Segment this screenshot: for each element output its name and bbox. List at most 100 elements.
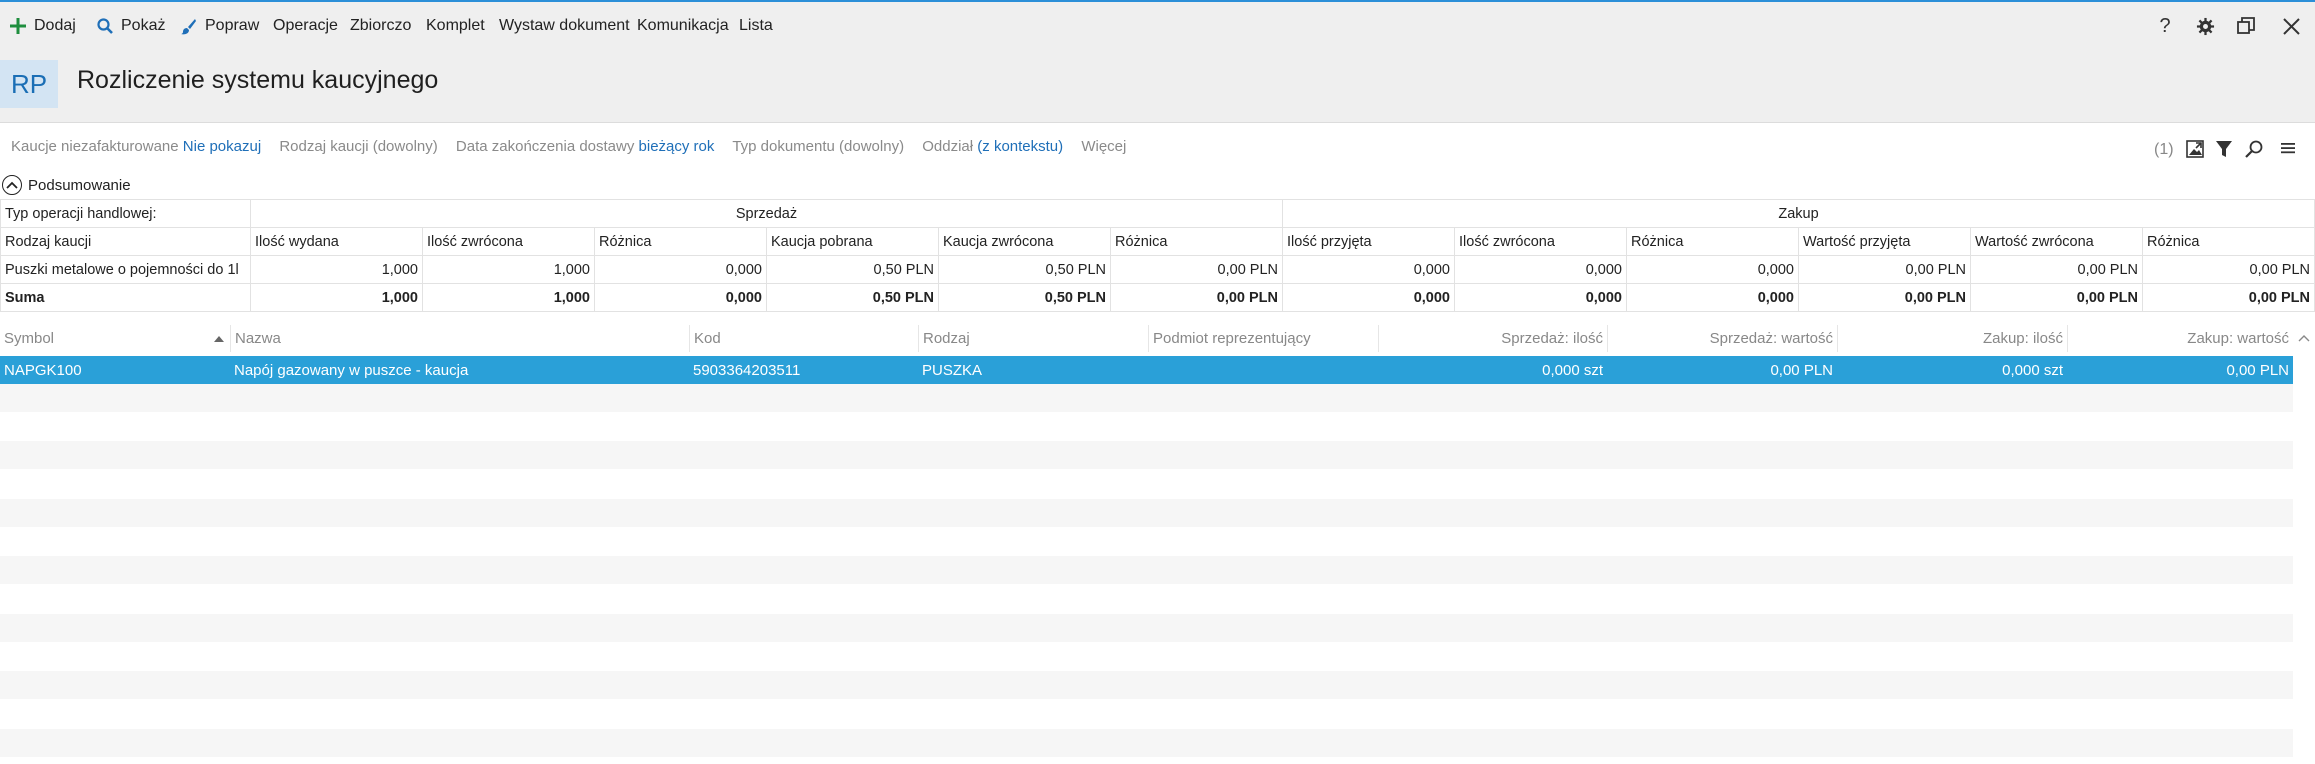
filter-delivery-end-value[interactable]: bieżący rok — [639, 138, 715, 155]
summary-cell: 1,000 — [250, 255, 423, 284]
col-header-label: Zakup: ilość — [1982, 330, 2063, 347]
purchase-group-header: Zakup — [1282, 199, 2315, 228]
summary-total-cell: 0,00 PLN — [1798, 283, 1971, 312]
filter-branch-value[interactable]: (z kontekstu) — [977, 138, 1063, 155]
col-header-label: Sprzedaż: ilość — [1501, 330, 1603, 347]
col-header-purchase-value[interactable]: Zakup: wartość — [2067, 325, 2293, 352]
gear-icon — [2196, 17, 2214, 35]
operations-menu-label: Operacje — [273, 17, 338, 34]
help-button[interactable]: ? — [2149, 2, 2181, 50]
add-button[interactable]: Dodaj — [10, 2, 76, 50]
col-header-symbol[interactable]: Symbol — [0, 325, 230, 352]
help-icon: ? — [2159, 14, 2171, 37]
search-button[interactable] — [2245, 140, 2263, 162]
chevron-up-icon — [2, 175, 22, 195]
summary-col-header: Rodzaj kaucji — [0, 227, 251, 256]
page-header: RP Rozliczenie systemu kaucyjnego — [0, 50, 2315, 123]
col-header-sales-value[interactable]: Sprzedaż: wartość — [1607, 325, 1837, 352]
operation-type-label: Typ operacji handlowej: — [0, 199, 251, 228]
filter-delivery-end[interactable]: Data zakończenia dostawy bieżący rok — [456, 138, 714, 155]
summary-col-header: Różnica — [2142, 227, 2315, 256]
col-header-code[interactable]: Kod — [689, 325, 918, 352]
summary-col-header: Ilość zwrócona — [1454, 227, 1627, 256]
filter-branch[interactable]: Oddział (z kontekstu) — [922, 138, 1063, 155]
col-header-label: Rodzaj — [923, 330, 970, 347]
set-menu[interactable]: Komplet — [426, 2, 485, 50]
summary-col-header: Kaucja pobrana — [766, 227, 939, 256]
summary-table: Typ operacji handlowej: Sprzedaż Zakup R… — [0, 199, 2315, 312]
communication-menu[interactable]: Komunikacja — [637, 2, 729, 50]
col-header-representative[interactable]: Podmiot reprezentujący — [1148, 325, 1378, 352]
sales-group-header: Sprzedaż — [250, 199, 1283, 228]
summary-col-header: Ilość wydana — [250, 227, 423, 256]
bulk-menu[interactable]: Zbiorczo — [350, 2, 411, 50]
summary-col-header: Różnica — [1110, 227, 1283, 256]
close-icon — [2282, 17, 2300, 35]
col-header-purchase-qty[interactable]: Zakup: ilość — [1837, 325, 2067, 352]
col-header-name[interactable]: Nazwa — [230, 325, 689, 352]
hamburger-icon — [2281, 143, 2295, 154]
show-button[interactable]: Pokaż — [97, 2, 165, 50]
edit-button-label: Popraw — [205, 17, 260, 34]
list-menu[interactable]: Lista — [739, 2, 773, 50]
summary-cell: 0,00 PLN — [1970, 255, 2143, 284]
col-header-label: Nazwa — [235, 330, 281, 347]
cell-representative — [1148, 356, 1378, 384]
settings-button[interactable] — [2189, 2, 2221, 50]
empty-row — [0, 499, 2293, 527]
empty-row — [0, 671, 2293, 699]
empty-row — [0, 556, 2293, 584]
summary-total-cell: 0,000 — [594, 283, 767, 312]
filter-deposit-type[interactable]: Rodzaj kaucji (dowolny) — [279, 138, 437, 155]
filter-document-type[interactable]: Typ dokumentu (dowolny) — [732, 138, 904, 155]
cell-purchase-qty: 0,000 szt — [2002, 361, 2063, 379]
brush-icon — [181, 18, 196, 34]
menu-button[interactable] — [2280, 140, 2296, 162]
summary-col-header: Różnica — [1626, 227, 1799, 256]
summary-total-cell: 0,00 PLN — [1970, 283, 2143, 312]
cell-kind: PUSZKA — [922, 361, 983, 379]
toolbar: Dodaj Pokaż Popraw Operacje Zbiorczo Kom… — [0, 0, 2315, 50]
cell-code: 5903364203511 — [693, 361, 801, 379]
sort-ascending-icon — [214, 335, 224, 342]
cell-purchase-value: 0,00 PLN — [2226, 361, 2289, 379]
cell-symbol: NAPGK100 — [4, 361, 82, 379]
summary-cell: 0,50 PLN — [766, 255, 939, 284]
restore-window-button[interactable] — [2230, 2, 2262, 50]
show-button-label: Pokaż — [121, 17, 166, 34]
filter-count: (1) — [2154, 141, 2174, 158]
col-header-sales-qty[interactable]: Sprzedaż: ilość — [1378, 325, 1607, 352]
filter-uninvoiced-value[interactable]: Nie pokazuj — [183, 138, 261, 155]
summary-total-row: Suma 1,000 1,000 0,000 0,50 PLN 0,50 PLN… — [0, 283, 2315, 312]
summary-cell: 0,00 PLN — [1798, 255, 1971, 284]
page-title: Rozliczenie systemu kaucyjnego — [77, 66, 439, 94]
summary-cell: Puszki metalowe o pojemności do 1l — [0, 255, 251, 284]
export-image-icon — [2186, 140, 2204, 158]
filter-more[interactable]: Więcej — [1081, 138, 1126, 155]
summary-col-header: Ilość przyjęta — [1282, 227, 1455, 256]
col-header-label: Podmiot reprezentujący — [1153, 330, 1311, 347]
summary-cell: 0,00 PLN — [1110, 255, 1283, 284]
issue-document-menu[interactable]: Wystaw dokument — [499, 2, 630, 50]
issue-document-menu-label: Wystaw dokument — [499, 17, 630, 34]
summary-col-header: Różnica — [594, 227, 767, 256]
cell-name: Napój gazowany w puszce - kaucja — [234, 361, 469, 379]
scroll-up-icon[interactable] — [2298, 334, 2310, 342]
module-badge: RP — [0, 60, 58, 108]
edit-button[interactable]: Popraw — [180, 2, 259, 50]
summary-toggle[interactable]: Podsumowanie — [0, 172, 131, 198]
add-button-label: Dodaj — [34, 17, 76, 34]
filter-uninvoiced[interactable]: Kaucje niezafakturowane Nie pokazuj — [11, 138, 261, 155]
cell-sales-value: 0,00 PLN — [1770, 361, 1833, 379]
col-header-kind[interactable]: Rodzaj — [918, 325, 1148, 352]
export-image-button[interactable] — [2186, 140, 2204, 162]
operations-menu[interactable]: Operacje — [273, 2, 338, 50]
table-row[interactable]: NAPGK100 Napój gazowany w puszce - kaucj… — [0, 356, 2293, 384]
summary-col-header: Kaucja zwrócona — [938, 227, 1111, 256]
col-header-label: Sprzedaż: wartość — [1709, 330, 1833, 347]
summary-total-cell: 0,000 — [1626, 283, 1799, 312]
close-window-button[interactable] — [2275, 2, 2307, 50]
summary-total-cell: 1,000 — [422, 283, 595, 312]
filter-button[interactable] — [2215, 140, 2233, 162]
summary-data-row[interactable]: Puszki metalowe o pojemności do 1l 1,000… — [0, 255, 2315, 284]
